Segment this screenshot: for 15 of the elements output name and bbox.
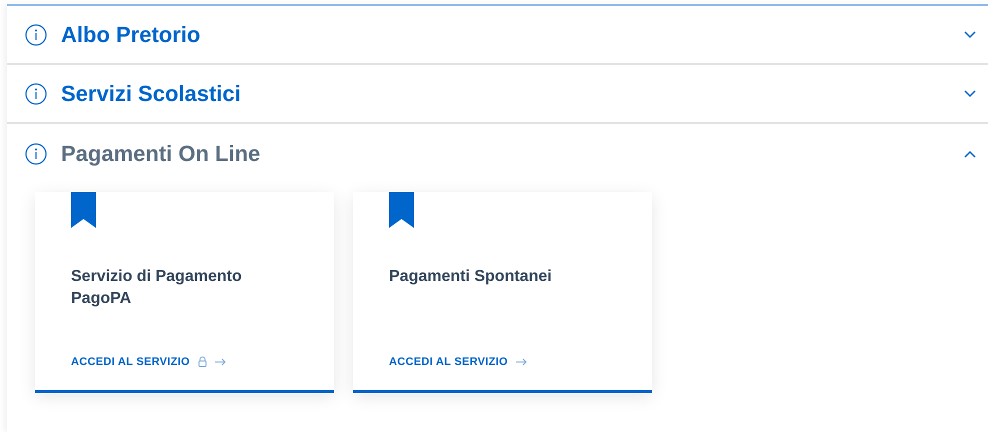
accordion-header[interactable]: Albo Pretorio: [7, 6, 988, 65]
arrow-right-icon: [214, 358, 226, 366]
accordion-header[interactable]: Servizi Scolastici: [7, 65, 988, 124]
accordion-header[interactable]: Pagamenti On Line: [7, 124, 988, 183]
access-link[interactable]: ACCEDI AL SERVIZIO: [71, 354, 226, 370]
chevron-up-icon: [964, 150, 976, 158]
card-title: Servizio di Pagamento PagoPA: [71, 267, 243, 309]
info-icon: [25, 142, 47, 164]
info-icon: [25, 24, 47, 46]
info-icon: [25, 82, 47, 104]
chevron-down-icon: [964, 30, 976, 38]
chevron-down-icon: [964, 90, 976, 98]
card-title: Pagamenti Spontanei: [389, 267, 553, 287]
access-link[interactable]: ACCEDI AL SERVIZIO: [389, 354, 527, 370]
arrow-right-icon: [516, 358, 527, 366]
